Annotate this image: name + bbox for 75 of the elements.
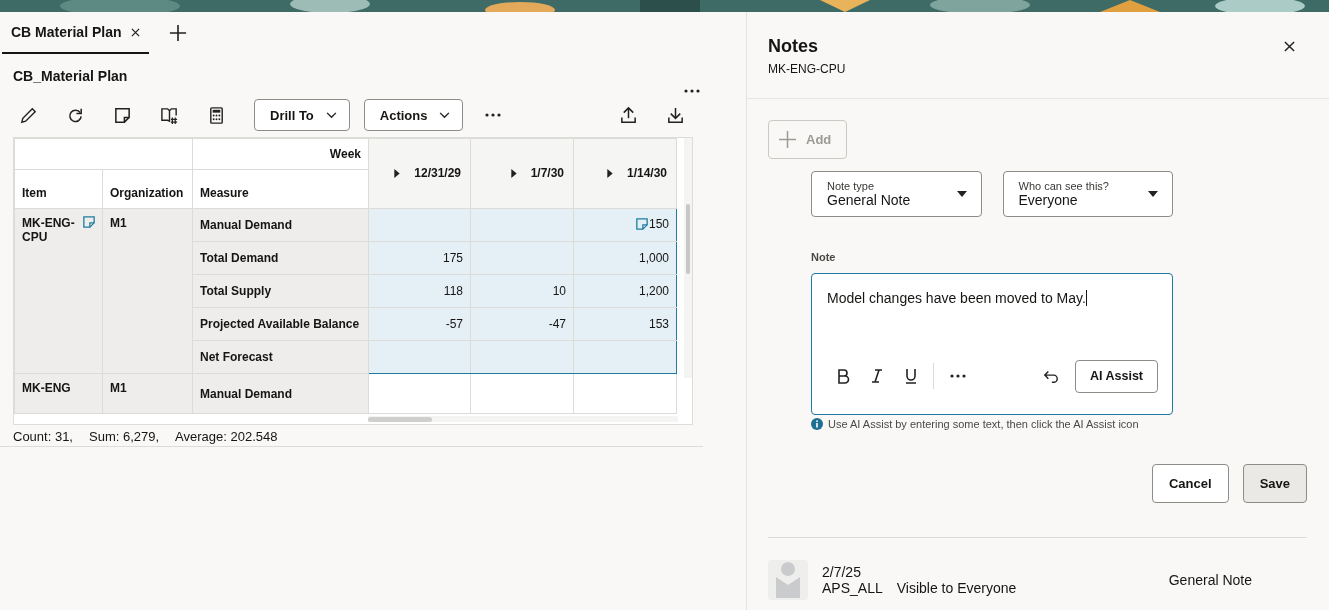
table-cell: Manual Demand bbox=[200, 218, 292, 232]
plus-icon bbox=[779, 131, 796, 148]
table-cell: Projected Available Balance bbox=[200, 317, 360, 331]
plus-icon[interactable] bbox=[169, 24, 188, 42]
close-icon[interactable] bbox=[131, 27, 141, 37]
avatar-icon bbox=[768, 560, 808, 600]
table-cell-text: MK-ENG bbox=[22, 381, 72, 395]
note-author: APS_ALL bbox=[822, 580, 883, 596]
column-header[interactable]: 1/14/30 bbox=[606, 166, 667, 181]
scrollbar-thumb[interactable] bbox=[368, 417, 432, 422]
table-cell: 1,200 bbox=[638, 284, 669, 298]
pencil-icon[interactable] bbox=[19, 105, 38, 125]
caret-icon bbox=[1148, 191, 1158, 197]
underline-icon[interactable] bbox=[903, 368, 919, 384]
italic-icon[interactable] bbox=[869, 368, 885, 384]
note-date: 2/7/25 bbox=[822, 564, 862, 580]
more-icon[interactable] bbox=[950, 374, 966, 378]
upload-icon[interactable] bbox=[619, 105, 638, 125]
table-cell: 118 bbox=[443, 284, 463, 298]
expand-icon[interactable] bbox=[510, 168, 517, 178]
table-cell: 150 bbox=[648, 217, 669, 231]
column-header: Organization bbox=[110, 186, 184, 200]
status-text: Count: 31, bbox=[13, 429, 73, 446]
table-cell: 175 bbox=[442, 251, 463, 265]
column-header: Measure bbox=[200, 186, 249, 200]
table-cell-text: MK-ENG-CPU bbox=[22, 216, 76, 244]
info-icon bbox=[811, 418, 823, 430]
table-cell: 153 bbox=[648, 317, 669, 331]
table-cell: -47 bbox=[548, 317, 566, 331]
column-header[interactable]: 1/7/30 bbox=[510, 166, 564, 181]
menu-button[interactable]: Actions bbox=[363, 99, 464, 131]
table-cell: M1 bbox=[110, 216, 127, 230]
field-label: Note bbox=[811, 251, 837, 263]
status-text: Sum: 6,279, bbox=[89, 429, 160, 446]
status-text: Average: 202.548 bbox=[175, 429, 278, 446]
menu-button[interactable]: Drill To bbox=[254, 99, 350, 131]
more-icon[interactable] bbox=[485, 113, 502, 117]
chevron-icon bbox=[439, 111, 451, 119]
scrollbar-thumb[interactable] bbox=[686, 204, 690, 274]
expand-icon[interactable] bbox=[606, 168, 613, 178]
more-icon[interactable] bbox=[684, 89, 700, 93]
table-cell: M1 bbox=[110, 381, 127, 395]
table-cell: Net Forecast bbox=[200, 350, 273, 364]
table-cell: Total Supply bbox=[200, 284, 272, 298]
note-type: General Note bbox=[1168, 572, 1252, 588]
panel-title: Notes bbox=[768, 36, 819, 57]
panel-subtitle: MK-ENG-CPU bbox=[768, 62, 846, 76]
table-cell: -57 bbox=[445, 317, 463, 331]
table-cell: 10 bbox=[552, 284, 566, 298]
download-icon[interactable] bbox=[666, 105, 685, 125]
action-button[interactable]: Save bbox=[1242, 464, 1307, 503]
table-cell: Total Demand bbox=[200, 251, 279, 265]
close-icon[interactable] bbox=[1284, 41, 1295, 52]
bold-icon[interactable] bbox=[835, 368, 851, 384]
expand-icon[interactable] bbox=[394, 168, 401, 178]
visibility-select[interactable]: Who can see this? Everyone bbox=[1002, 171, 1173, 217]
action-button[interactable]: Cancel bbox=[1152, 464, 1229, 503]
column-header: Week bbox=[329, 147, 361, 161]
chevron-icon bbox=[325, 111, 337, 119]
page-title: CB_Material Plan bbox=[13, 68, 128, 86]
book-icon[interactable] bbox=[160, 105, 179, 125]
tab[interactable]: CB Material Plan bbox=[2, 12, 150, 54]
column-header: Item bbox=[22, 186, 47, 200]
note-editor[interactable]: Model changes have been moved to May. AI Assist bbox=[811, 273, 1173, 415]
note-type-select[interactable]: Note type General Note bbox=[811, 171, 982, 217]
table-cell: Manual Demand bbox=[200, 386, 292, 401]
note-visibility: Visible to Everyone bbox=[896, 580, 1017, 596]
undo-icon[interactable] bbox=[1042, 368, 1059, 384]
column-header[interactable]: 12/31/29 bbox=[394, 166, 461, 181]
calculator-icon[interactable] bbox=[207, 105, 226, 125]
ai-assist-button[interactable]: AI Assist bbox=[1074, 359, 1158, 393]
note-icon[interactable] bbox=[113, 105, 132, 125]
hint-text: Use AI Assist by entering some text, then click the AI Assist icon bbox=[828, 418, 1139, 430]
caret-icon bbox=[956, 191, 967, 197]
table-cell: 1,000 bbox=[638, 251, 669, 265]
